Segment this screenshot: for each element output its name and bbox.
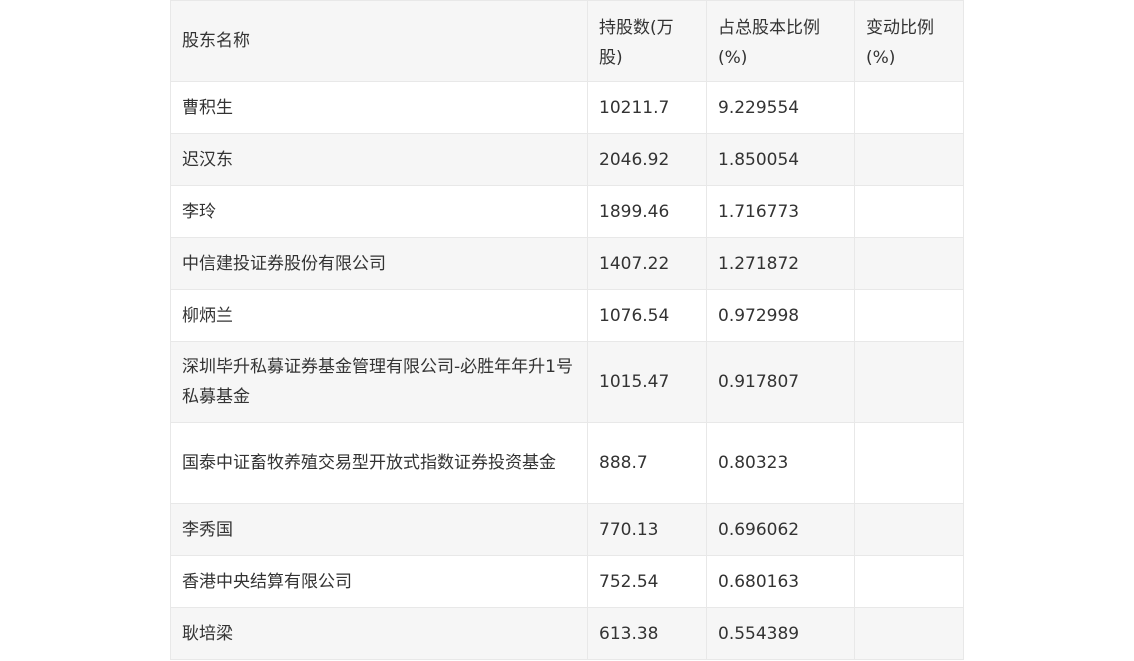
cell-shares: 1407.22: [587, 237, 707, 290]
cell-shareholder-name: 李秀国: [170, 503, 588, 556]
cell-shares: 10211.7: [587, 81, 707, 134]
cell-shareholder-name: 耿培梁: [170, 607, 588, 660]
cell-ratio: 1.716773: [706, 185, 855, 238]
cell-ratio: 0.80323: [706, 422, 855, 504]
cell-change: [854, 289, 964, 342]
table-row: 深圳毕升私募证券基金管理有限公司-必胜年年升1号私募基金 1015.47 0.9…: [170, 341, 964, 423]
shareholder-table: 股东名称 持股数(万股) 占总股本比例(%) 变动比例(%) 曹积生 10211…: [170, 0, 964, 660]
cell-shareholder-name: 香港中央结算有限公司: [170, 555, 588, 608]
cell-change: [854, 422, 964, 504]
cell-shares: 613.38: [587, 607, 707, 660]
cell-shareholder-name: 迟汉东: [170, 133, 588, 186]
cell-change: [854, 81, 964, 134]
cell-shares: 752.54: [587, 555, 707, 608]
table-row: 香港中央结算有限公司 752.54 0.680163: [170, 555, 964, 608]
cell-shareholder-name: 深圳毕升私募证券基金管理有限公司-必胜年年升1号私募基金: [170, 341, 588, 423]
cell-ratio: 0.554389: [706, 607, 855, 660]
table-row: 李秀国 770.13 0.696062: [170, 503, 964, 556]
cell-change: [854, 133, 964, 186]
cell-change: [854, 503, 964, 556]
cell-change: [854, 185, 964, 238]
cell-ratio: 1.850054: [706, 133, 855, 186]
table-body: 曹积生 10211.7 9.229554 迟汉东 2046.92 1.85005…: [170, 81, 964, 660]
cell-shareholder-name: 中信建投证券股份有限公司: [170, 237, 588, 290]
cell-shareholder-name: 李玲: [170, 185, 588, 238]
cell-shares: 1899.46: [587, 185, 707, 238]
cell-shares: 1015.47: [587, 341, 707, 423]
cell-ratio: 0.696062: [706, 503, 855, 556]
table-row: 中信建投证券股份有限公司 1407.22 1.271872: [170, 237, 964, 290]
header-row: 股东名称 持股数(万股) 占总股本比例(%) 变动比例(%): [170, 0, 964, 82]
table-row: 迟汉东 2046.92 1.850054: [170, 133, 964, 186]
table-row: 耿培梁 613.38 0.554389: [170, 607, 964, 660]
header-change: 变动比例(%): [854, 0, 964, 82]
cell-shareholder-name: 柳炳兰: [170, 289, 588, 342]
cell-shares: 770.13: [587, 503, 707, 556]
table-row: 曹积生 10211.7 9.229554: [170, 81, 964, 134]
table-header: 股东名称 持股数(万股) 占总股本比例(%) 变动比例(%): [170, 0, 964, 82]
cell-ratio: 9.229554: [706, 81, 855, 134]
cell-shareholder-name: 曹积生: [170, 81, 588, 134]
shareholder-table-container: 股东名称 持股数(万股) 占总股本比例(%) 变动比例(%) 曹积生 10211…: [170, 0, 964, 660]
header-shares: 持股数(万股): [587, 0, 707, 82]
cell-change: [854, 341, 964, 423]
cell-shares: 2046.92: [587, 133, 707, 186]
cell-ratio: 1.271872: [706, 237, 855, 290]
table-row: 李玲 1899.46 1.716773: [170, 185, 964, 238]
cell-change: [854, 607, 964, 660]
header-shareholder-name: 股东名称: [170, 0, 588, 82]
table-row: 国泰中证畜牧养殖交易型开放式指数证券投资基金 888.7 0.80323: [170, 422, 964, 504]
table-row: 柳炳兰 1076.54 0.972998: [170, 289, 964, 342]
cell-shareholder-name: 国泰中证畜牧养殖交易型开放式指数证券投资基金: [170, 422, 588, 504]
cell-ratio: 0.917807: [706, 341, 855, 423]
cell-shares: 888.7: [587, 422, 707, 504]
header-ratio: 占总股本比例(%): [706, 0, 855, 82]
cell-shares: 1076.54: [587, 289, 707, 342]
cell-change: [854, 237, 964, 290]
cell-ratio: 0.972998: [706, 289, 855, 342]
cell-change: [854, 555, 964, 608]
cell-ratio: 0.680163: [706, 555, 855, 608]
